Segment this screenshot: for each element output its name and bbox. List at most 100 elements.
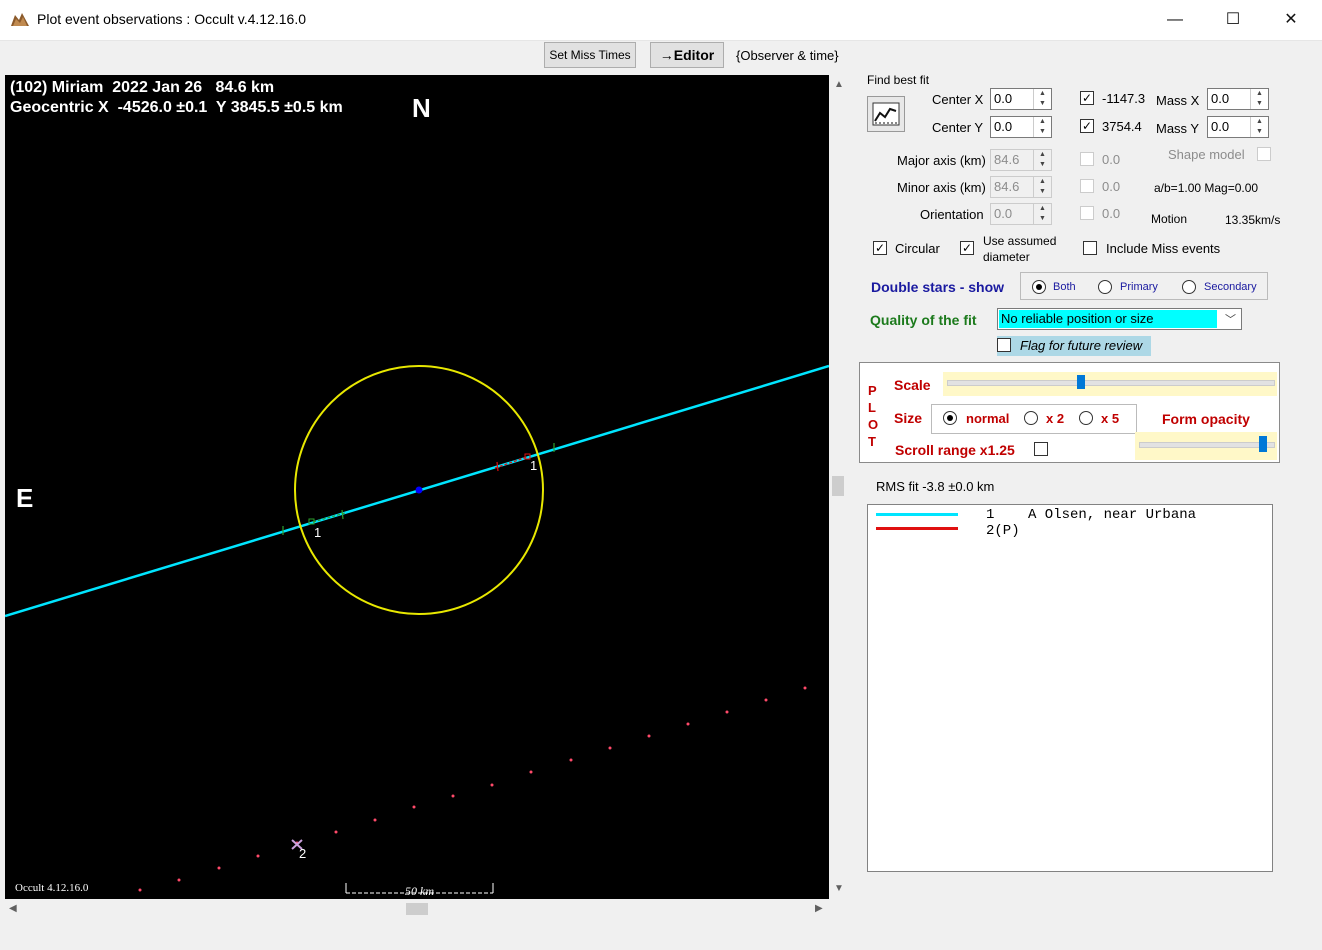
scroll-range-checkbox[interactable] [1034,442,1048,456]
minor-axis-checkbox[interactable] [1080,179,1094,193]
center-marker [415,486,423,494]
circular-checkbox[interactable]: ✓ [873,241,887,255]
legend-line-2 [876,527,958,530]
include-miss-checkbox[interactable] [1083,241,1097,255]
chevron-down-icon: ﹀ [1225,314,1236,326]
scroll-range-label: Scroll range x1.25 [895,442,1015,458]
center-y-input[interactable]: 0.0 ▲ ▼ [990,116,1052,138]
size-label: Size [894,410,923,426]
motion-label: Motion [1151,212,1188,226]
occult-app-icon [11,13,29,26]
scale-bar-label: 50 km [405,884,434,898]
chord-label-1a: 1 [530,458,538,473]
diameter-label: diameter [983,250,1030,264]
plot-side-label: P L O T [868,383,879,449]
scale-slider[interactable] [943,372,1277,396]
editor-button[interactable]: →Editor [650,42,724,68]
orientation-input[interactable]: 0.0 ▲ ▼ [990,203,1052,225]
orientation-checkbox[interactable] [1080,206,1094,220]
shape-model-checkbox[interactable] [1257,147,1271,161]
size-normal-radio[interactable] [943,411,957,425]
fit-chart-icon [872,102,900,126]
observer-time-menu[interactable]: {Observer & time} [736,48,839,63]
quality-label: Quality of the fit [870,312,977,328]
major-axis-label: Major axis (km) [897,153,986,168]
mass-x-input[interactable]: 0.0 ▲ ▼ [1207,88,1269,110]
double-primary-label: Primary [1120,281,1158,293]
major-axis-input[interactable]: 84.6 ▲ ▼ [990,149,1052,171]
fit-x-value: -1147.3 [1102,91,1146,106]
double-primary-radio[interactable] [1098,280,1112,294]
scroll-down-icon[interactable]: ▼ [834,883,844,894]
chord-label-1b: 1 [314,525,322,540]
minor-axis-label: Minor axis (km) [897,180,986,195]
observer-label-2: 2 [299,846,307,861]
set-miss-times-button[interactable]: Set Miss Times [544,42,636,68]
legend-line-1 [876,513,958,516]
minor-axis-input[interactable]: 84.6 ▲ ▼ [990,176,1052,198]
quality-selected-value: No reliable position or size [1001,311,1154,326]
error-tick-green [341,509,344,520]
minor-axis-fit-value: 0.0 [1102,179,1121,194]
opacity-slider[interactable] [1135,432,1277,460]
opacity-slider-track [1139,442,1275,448]
scale-slider-thumb[interactable] [1077,375,1086,389]
vertical-scroll-thumb[interactable] [832,476,844,496]
motion-value: 13.35km/s [1225,213,1281,227]
window-title: Plot event observations : Occult v.4.12.… [37,11,307,27]
horizontal-scroll-thumb[interactable] [406,903,428,915]
legend-text-2: 2(P) [986,523,1020,539]
use-assumed-label: Use assumed [983,234,1057,248]
circular-label: Circular [895,241,940,256]
quality-dropdown[interactable]: No reliable position or size ﹀ [997,308,1242,330]
double-both-label: Both [1053,281,1076,293]
maximize-button[interactable]: ☐ [1204,0,1262,40]
plot-canvas[interactable]: (102) Miriam 2022 Jan 26 84.6 km Geocent… [5,75,829,899]
form-opacity-label: Form opacity [1162,411,1250,427]
center-x-input[interactable]: 0.0 ▲ ▼ [990,88,1052,110]
size-x2-label: x 2 [1046,411,1065,426]
double-both-radio[interactable] [1032,280,1046,294]
scroll-up-icon[interactable]: ▲ [834,79,844,90]
vertical-scrollbar[interactable]: ▲ ▼ [830,75,847,899]
plot-header-title: (102) Miriam 2022 Jan 26 84.6 km [10,79,275,96]
north-label: N [412,93,431,123]
include-miss-label: Include Miss events [1106,241,1221,256]
rms-fit-label: RMS fit -3.8 ±0.0 km [876,479,995,494]
scroll-left-icon[interactable]: ◀ [9,903,17,914]
minimize-button[interactable]: — [1146,0,1204,40]
major-axis-fit-value: 0.0 [1102,152,1121,167]
double-stars-label: Double stars - show [871,279,1005,295]
center-x-label: Center X [932,92,984,107]
observer-legend: 1 A Olsen, near Urbana 2(P) [867,504,1273,872]
fit-y-checkbox[interactable]: ✓ [1080,119,1094,133]
scale-label: Scale [894,377,931,393]
major-axis-checkbox[interactable] [1080,152,1094,166]
size-x5-radio[interactable] [1079,411,1093,425]
fit-x-checkbox[interactable]: ✓ [1080,91,1094,105]
close-button[interactable]: ✕ [1262,0,1320,40]
title-bar: Plot event observations : Occult v.4.12.… [0,0,1322,41]
legend-text-1: 1 A Olsen, near Urbana [986,507,1197,523]
flag-review-checkbox[interactable] [997,338,1011,352]
double-secondary-radio[interactable] [1182,280,1196,294]
orientation-label: Orientation [920,207,984,222]
double-secondary-label: Secondary [1204,281,1257,293]
mass-y-input[interactable]: 0.0 ▲ ▼ [1207,116,1269,138]
error-tick-red [496,461,499,472]
scroll-right-icon[interactable]: ▶ [815,903,823,914]
find-best-fit-button[interactable] [867,96,905,132]
size-x2-radio[interactable] [1024,411,1038,425]
find-best-fit-label: Find best fit [867,73,930,87]
center-y-label: Center Y [932,120,984,135]
size-normal-label: normal [966,411,1010,426]
mass-x-label: Mass X [1156,93,1200,108]
scale-slider-track [947,380,1275,386]
horizontal-scrollbar[interactable]: ◀ ▶ [5,900,829,918]
version-label: Occult 4.12.16.0 [15,882,89,894]
opacity-slider-thumb[interactable] [1258,436,1267,452]
use-assumed-diameter-checkbox[interactable]: ✓ [960,241,974,255]
orientation-fit-value: 0.0 [1102,206,1121,221]
plot-header-geocentric: Geocentric X -4526.0 ±0.1 Y 3845.5 ±0.5 … [10,99,343,116]
miss-chord-dots [138,686,807,892]
